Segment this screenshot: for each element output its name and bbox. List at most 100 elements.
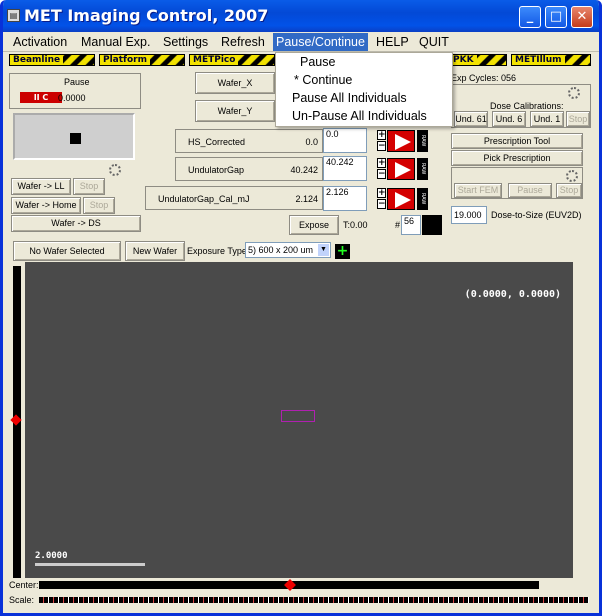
preview-box xyxy=(13,113,135,160)
play-icon xyxy=(395,162,411,178)
menu-manual-exp[interactable]: Manual Exp. xyxy=(81,35,150,49)
fem-stop-button[interactable]: Stop xyxy=(556,183,582,198)
menu-pause-continue[interactable]: Pause/Continue xyxy=(273,33,368,51)
new-wafer-button[interactable]: New Wafer xyxy=(125,241,185,261)
loading-spinner-icon xyxy=(568,87,580,99)
dose-calibration-panel: Dose Calibrations: Und. 61 Und. 6 Und. 1… xyxy=(451,84,591,128)
no-wafer-selected-button[interactable]: No Wafer Selected xyxy=(13,241,121,261)
plus-button[interactable]: + xyxy=(377,188,386,198)
plus-button[interactable]: + xyxy=(377,158,386,168)
undulator-gap-jog: + − RAW xyxy=(377,158,429,180)
scale-label: Scale: xyxy=(9,595,35,605)
exposure-count-input[interactable]: 56 xyxy=(401,215,421,235)
undulator-gap-input[interactable]: 40.242 xyxy=(323,156,367,181)
app-icon[interactable]: ▤ xyxy=(7,9,20,22)
title-bar[interactable]: ▤ MET Imaging Control, 2007 _ □ ✕ xyxy=(3,0,599,32)
chevron-down-icon[interactable]: ▼ xyxy=(318,244,329,256)
loading-spinner-icon xyxy=(566,170,578,182)
minus-button[interactable]: − xyxy=(377,141,386,151)
wafer-y-button[interactable]: Wafer_Y xyxy=(195,100,275,122)
pause-panel: Pause II C 0.0000 xyxy=(9,73,141,109)
scale-readout: 2.0000 xyxy=(35,551,68,561)
close-button[interactable]: ✕ xyxy=(571,6,593,28)
expose-button[interactable]: Expose xyxy=(289,215,339,235)
undulator-gap-cal-row: UndulatorGap_Cal_mJ 2.124 xyxy=(145,186,323,210)
main-window: ▤ MET Imaging Control, 2007 _ □ ✕ Activa… xyxy=(0,0,602,616)
status-indicator xyxy=(422,215,442,235)
raw-label: RAW xyxy=(417,130,428,152)
pause-value: 0.0000 xyxy=(58,93,86,103)
hs-corrected-label: HS_Corrected xyxy=(188,137,246,147)
minimize-button[interactable]: _ xyxy=(519,6,541,28)
stop-square-icon xyxy=(70,133,81,144)
menu-bar: Activation Manual Exp. Settings Refresh … xyxy=(3,32,599,52)
field-rectangle xyxy=(281,410,315,422)
undulator-gap-cal-label: UndulatorGap_Cal_mJ xyxy=(158,194,250,204)
strip-pkk[interactable]: PKK xyxy=(449,54,507,66)
undulator-gap-value: 40.242 xyxy=(290,165,318,175)
exposure-type-select[interactable]: 5) 600 x 200 um ▼ xyxy=(245,242,331,258)
move-button[interactable] xyxy=(387,188,415,210)
hs-corrected-input[interactable]: 0.0 xyxy=(323,128,367,153)
loading-spinner-icon xyxy=(109,164,121,176)
undulator-gap-cal-jog: + − RAW xyxy=(377,188,429,210)
und1-button[interactable]: Und. 1 xyxy=(530,111,564,127)
fem-pause-button[interactable]: Pause xyxy=(508,183,552,198)
play-icon xyxy=(395,192,411,208)
dose-calibrations-title: Dose Calibrations: xyxy=(490,101,564,111)
move-button[interactable] xyxy=(387,158,415,180)
wafer-ll-button[interactable]: Wafer -> LL xyxy=(11,178,71,195)
start-fem-button[interactable]: Start FEM xyxy=(454,183,502,198)
menu-item-pause[interactable]: Pause xyxy=(300,55,335,69)
add-icon[interactable]: + xyxy=(335,244,350,259)
wafer-ds-button[interactable]: Wafer -> DS xyxy=(11,215,141,232)
strip-beamline[interactable]: Beamline xyxy=(9,54,95,66)
menu-quit[interactable]: QUIT xyxy=(419,35,449,49)
wafer-home-button[interactable]: Wafer -> Home xyxy=(11,197,81,214)
strip-platform[interactable]: Platform xyxy=(99,54,185,66)
wafer-viewer[interactable]: (0.0000, 0.0000) 2.0000 xyxy=(25,262,573,578)
center-label: Center: xyxy=(9,580,39,590)
menu-item-pause-all[interactable]: Pause All Individuals xyxy=(292,91,407,105)
wafer-toolbar: No Wafer Selected New Wafer Exposure Typ… xyxy=(9,241,571,261)
undulator-gap-cal-input[interactable]: 2.126 xyxy=(323,186,367,211)
menu-item-continue[interactable]: * Continue xyxy=(294,73,352,87)
fem-panel: Start FEM Pause Stop xyxy=(451,167,583,199)
scale-bar xyxy=(35,563,145,566)
menu-activation[interactable]: Activation xyxy=(13,35,67,49)
spinner-row xyxy=(9,162,141,178)
stop-home-button[interactable]: Stop xyxy=(83,197,115,214)
strip-metillum[interactable]: METIllum xyxy=(511,54,591,66)
exposure-type-label: Exposure Type xyxy=(187,246,247,256)
menu-help[interactable]: HELP xyxy=(376,35,409,49)
prescription-tool-button[interactable]: Prescription Tool xyxy=(451,133,583,149)
strip-metpico[interactable]: METPico xyxy=(189,54,275,66)
und6-button[interactable]: Und. 6 xyxy=(492,111,526,127)
exp-cycles: Exp Cycles: 056 xyxy=(451,73,517,83)
minus-button[interactable]: − xyxy=(377,199,386,209)
coordinate-readout: (0.0000, 0.0000) xyxy=(464,289,561,300)
undulator-gap-label: UndulatorGap xyxy=(188,165,245,175)
wafer-x-button[interactable]: Wafer_X xyxy=(195,72,275,94)
dose-stop-button[interactable]: Stop xyxy=(566,111,590,127)
raw-label: RAW xyxy=(417,188,428,210)
dose-to-size-input[interactable]: 19.000 xyxy=(451,206,487,224)
scale-track[interactable] xyxy=(39,597,589,603)
maximize-button[interactable]: □ xyxy=(545,6,567,28)
plus-button[interactable]: + xyxy=(377,130,386,140)
raw-label: RAW xyxy=(417,158,428,180)
dose-to-size-label: Dose-to-Size (EUV2D) xyxy=(491,210,582,220)
menu-refresh[interactable]: Refresh xyxy=(221,35,265,49)
move-button[interactable] xyxy=(387,130,415,152)
hs-corrected-value: 0.0 xyxy=(305,137,318,147)
exposure-time: T:0.00 xyxy=(343,220,368,230)
und61-button[interactable]: Und. 61 xyxy=(454,111,488,127)
pick-prescription-button[interactable]: Pick Prescription xyxy=(451,150,583,166)
minus-button[interactable]: − xyxy=(377,169,386,179)
undulator-gap-cal-value: 2.124 xyxy=(295,194,318,204)
menu-settings[interactable]: Settings xyxy=(163,35,208,49)
menu-item-unpause-all[interactable]: Un-Pause All Individuals xyxy=(292,109,427,123)
stop-ll-button[interactable]: Stop xyxy=(73,178,105,195)
pause-toggle-button[interactable]: II C xyxy=(20,92,62,103)
undulator-gap-row: UndulatorGap 40.242 xyxy=(175,157,323,181)
